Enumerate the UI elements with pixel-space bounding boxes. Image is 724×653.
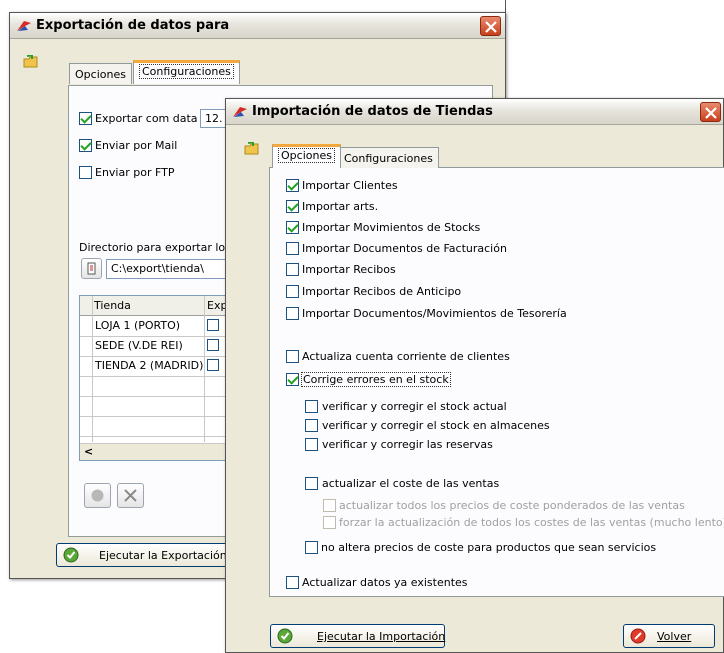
table-row-checkbox[interactable] [207, 359, 219, 371]
column-header-tienda[interactable]: Tienda [94, 299, 131, 312]
table-row[interactable]: LOJA 1 (PORTO) [95, 319, 203, 332]
ejecutar-exportacion-label: Ejecutar la Exportación [99, 549, 227, 562]
actualizar-coste-ventas-label: actualizar el coste de las ventas [322, 477, 500, 490]
close-icon [705, 107, 717, 119]
row-divider [80, 356, 233, 357]
corrige-errores-stock-label: Corrige errores en el stock [301, 372, 451, 387]
importar-recibos-anticipo-label: Importar Recibos de Anticipo [302, 285, 462, 298]
table-row[interactable]: SEDE (V.DE REI) [95, 339, 203, 352]
importar-clientes-checkbox[interactable] [286, 179, 299, 192]
volver-button[interactable]: Volver [623, 624, 715, 648]
importar-documentos-facturacion-label: Importar Documentos de Facturación [302, 242, 507, 255]
row-divider [80, 336, 233, 337]
folder-icon [244, 142, 259, 155]
directory-label: Directorio para exportar los [79, 241, 231, 254]
importar-documentos-tesoreria-checkbox[interactable] [286, 307, 299, 320]
ejecutar-exportacion-button[interactable]: Ejecutar la Exportación [56, 543, 246, 567]
importar-recibos-checkbox[interactable] [286, 263, 299, 276]
import-tab-opciones[interactable]: Opciones [272, 144, 341, 168]
corrige-errores-stock-checkbox[interactable] [286, 373, 299, 386]
verificar-stock-almacenes-checkbox[interactable] [305, 419, 318, 432]
importar-movimientos-stocks-checkbox[interactable] [286, 221, 299, 234]
importar-recibos-label: Importar Recibos [302, 263, 396, 276]
actualiza-cuenta-corriente-checkbox[interactable] [286, 350, 299, 363]
table-row-checkbox[interactable] [207, 319, 219, 331]
tiendas-table: Tienda Expo LOJA 1 (PORTO) SEDE (V.DE RE… [79, 295, 234, 461]
actualizar-precios-coste-checkbox[interactable] [323, 499, 336, 512]
actualizar-datos-existentes-label: Actualizar datos ya existentes [302, 576, 468, 589]
row-divider [80, 396, 233, 397]
no-altera-precios-label: no altera precios de coste para producto… [321, 541, 657, 554]
importar-documentos-tesoreria-label: Importar Documentos/Movimientos de Tesor… [302, 307, 567, 320]
table-row-checkbox[interactable] [207, 339, 219, 351]
verificar-reservas-label: verificar y corregir las reservas [322, 438, 493, 451]
no-altera-precios-checkbox[interactable] [305, 541, 318, 554]
export-window-title: Exportación de datos para [36, 18, 230, 33]
table-row[interactable]: TIENDA 2 (MADRID) [95, 359, 203, 372]
add-store-button[interactable] [84, 483, 111, 508]
scroll-left-arrow[interactable]: < [84, 445, 93, 458]
forzar-actualizacion-costes-checkbox[interactable] [323, 516, 336, 529]
app-logo-icon [233, 107, 247, 117]
import-window-title: Importación de datos de Tiendas [252, 104, 493, 119]
row-divider [80, 376, 233, 377]
enviar-mail-label: Enviar por Mail [95, 139, 178, 152]
export-tab-opciones[interactable]: Opciones [69, 63, 132, 84]
volver-label: Volver [657, 630, 692, 643]
importar-movimientos-stocks-label: Importar Movimientos de Stocks [302, 221, 481, 234]
import-titlebar[interactable]: Importación de datos de Tiendas [226, 99, 723, 125]
delete-icon [124, 489, 137, 502]
export-tab-configuraciones[interactable]: Configuraciones [133, 60, 240, 84]
importar-clientes-label: Importar Clientes [302, 179, 398, 192]
enviar-mail-checkbox[interactable] [79, 139, 92, 152]
actualiza-cuenta-corriente-label: Actualiza cuenta corriente de clientes [302, 350, 510, 363]
import-close-button[interactable] [700, 102, 721, 122]
importar-arts-label: Importar arts. [302, 200, 379, 213]
column-divider [204, 296, 205, 442]
check-circle-icon [63, 547, 79, 563]
record-icon [91, 489, 104, 502]
exportar-com-data-checkbox[interactable] [79, 112, 92, 125]
folder-icon [23, 55, 38, 68]
row-divider [80, 416, 233, 417]
actualizar-precios-coste-label: actualizar todos los precios de coste po… [339, 499, 685, 512]
delete-store-button[interactable] [117, 483, 144, 508]
row-divider [80, 436, 233, 437]
table-horizontal-scrollbar[interactable]: < [80, 443, 233, 460]
browse-directory-button[interactable] [81, 258, 102, 279]
ejecutar-importacion-label: Ejecutar la Importación [317, 630, 446, 643]
verificar-reservas-checkbox[interactable] [305, 438, 318, 451]
importar-recibos-anticipo-checkbox[interactable] [286, 285, 299, 298]
export-titlebar[interactable]: Exportación de datos para [10, 13, 505, 39]
check-circle-icon [277, 628, 293, 644]
verificar-stock-actual-label: verificar y corregir el stock actual [322, 400, 507, 413]
forzar-actualizacion-costes-label: forzar la actualización de todos los cos… [339, 516, 724, 529]
actualizar-coste-ventas-checkbox[interactable] [305, 477, 318, 490]
column-divider [92, 296, 93, 442]
list-icon [87, 262, 96, 275]
import-window: Importación de datos de Tiendas Opciones… [225, 98, 724, 653]
import-tab-configuraciones[interactable]: Configuraciones [338, 147, 439, 168]
actualizar-datos-existentes-checkbox[interactable] [286, 576, 299, 589]
importar-arts-checkbox[interactable] [286, 200, 299, 213]
enviar-ftp-label: Enviar por FTP [95, 166, 175, 179]
importar-documentos-facturacion-checkbox[interactable] [286, 242, 299, 255]
export-close-button[interactable] [480, 16, 501, 36]
app-logo-icon [17, 21, 31, 31]
cancel-icon [630, 628, 646, 644]
enviar-ftp-checkbox[interactable] [79, 166, 92, 179]
exportar-com-data-label: Exportar com data [95, 112, 198, 125]
directory-path-field[interactable]: C:\export\tienda\ [106, 259, 236, 279]
verificar-stock-almacenes-label: verificar y corregir el stock en almacen… [322, 419, 550, 432]
verificar-stock-actual-checkbox[interactable] [305, 400, 318, 413]
ejecutar-importacion-button[interactable]: Ejecutar la Importación [270, 624, 445, 648]
close-icon [485, 21, 497, 33]
